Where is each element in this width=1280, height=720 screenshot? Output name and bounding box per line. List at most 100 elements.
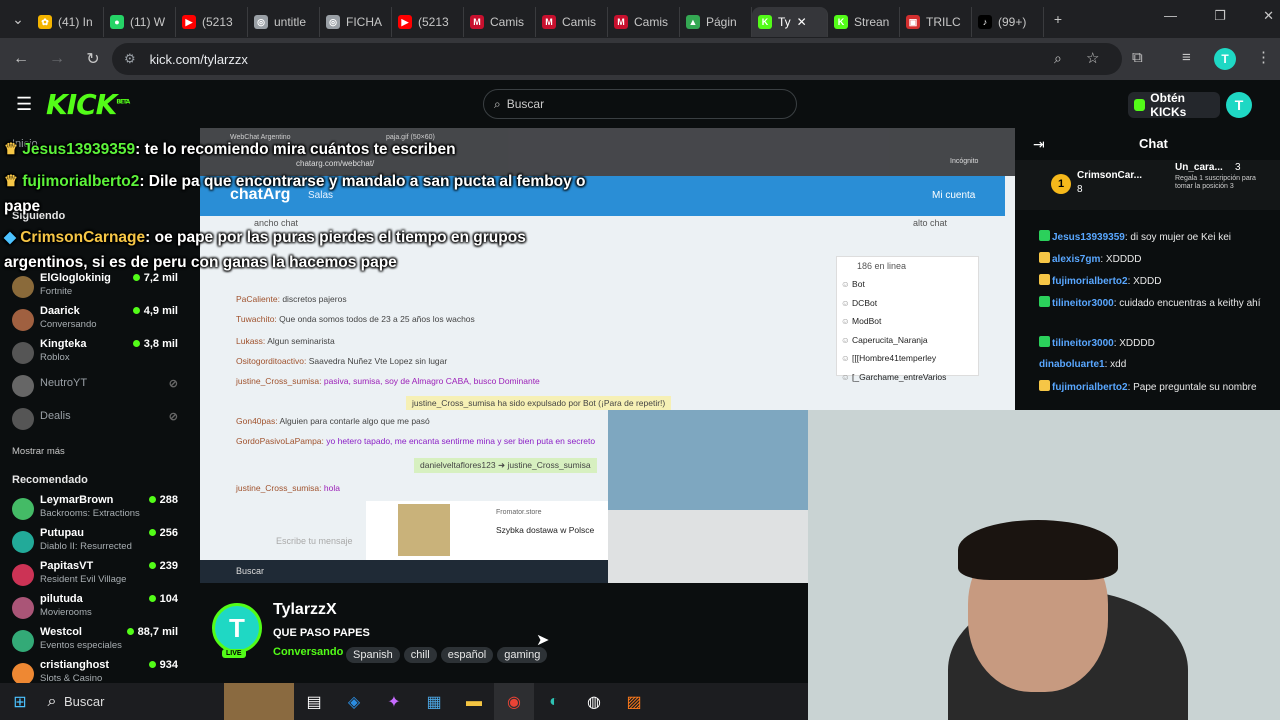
chat-username[interactable]: tilineitor3000 bbox=[1052, 338, 1114, 349]
chatarg-username[interactable]: GordoPasivoLaPampa: bbox=[236, 436, 326, 446]
browser-tab[interactable]: ▲ Págin bbox=[680, 7, 752, 37]
chat-input-placeholder[interactable]: Escribe tu mensaje bbox=[276, 536, 353, 546]
chatarg-user[interactable]: ☺ [_Garchame_entreVarios bbox=[841, 372, 946, 382]
chatarg-user[interactable]: ☺ Bot bbox=[841, 279, 865, 289]
chrome-icon[interactable]: ◉ bbox=[494, 683, 534, 720]
sidebar-channel[interactable]: PapitasVT Resident Evil Village 239 bbox=[12, 560, 188, 594]
browser-tab[interactable]: ◎ FICHA bbox=[320, 7, 392, 37]
minimize-icon[interactable]: — bbox=[1164, 8, 1177, 32]
chatarg-username[interactable]: Gon40pas: bbox=[236, 416, 279, 426]
browser-tab[interactable]: ▶ (5213 bbox=[176, 7, 248, 37]
new-tab-button[interactable]: + bbox=[1044, 5, 1072, 33]
get-kicks-button[interactable]: Obtén KICKs bbox=[1128, 91, 1220, 119]
site-info-icon[interactable]: ⚙ bbox=[124, 51, 136, 67]
zoom-icon[interactable]: ⌕ bbox=[1054, 50, 1062, 67]
address-bar[interactable]: ⚙ kick.com/tylarzzx bbox=[112, 43, 1122, 75]
bookmark-star-icon[interactable]: ☆ bbox=[1086, 49, 1099, 67]
browser-tab[interactable]: ◎ untitle bbox=[248, 7, 320, 37]
sidebar-channel[interactable]: Putupau Diablo II: Resurrected 256 bbox=[12, 527, 188, 561]
browser-tab[interactable]: M Camis bbox=[536, 7, 608, 37]
chatarg-username[interactable]: Lukass: bbox=[236, 336, 267, 346]
tab-favicon-icon: M bbox=[470, 15, 484, 29]
media-icon[interactable]: ≡ bbox=[1182, 49, 1191, 66]
sidebar-channel[interactable]: NeutroYT ⊘ bbox=[12, 371, 188, 405]
chat-username[interactable]: fujimorialberto2 bbox=[1052, 276, 1128, 287]
file-explorer-icon[interactable]: ▬ bbox=[454, 683, 494, 720]
chat-username[interactable]: fujimorialberto2 bbox=[1052, 382, 1128, 393]
stream-category[interactable]: Conversando bbox=[273, 646, 343, 658]
sidebar-channel[interactable]: pilutuda Movierooms 104 bbox=[12, 593, 188, 627]
maximize-icon[interactable]: ❐ bbox=[1214, 8, 1226, 32]
tab-search-dropdown[interactable]: ⌄ bbox=[4, 5, 32, 33]
outlook-icon[interactable]: ◈ bbox=[334, 683, 374, 720]
chatarg-username[interactable]: justine_Cross_sumisa: bbox=[236, 483, 324, 493]
chatarg-user[interactable]: ☺ [[[Hombre41temperley bbox=[841, 353, 936, 363]
profile-avatar[interactable]: T bbox=[1214, 48, 1236, 70]
chat-username[interactable]: alexis7gm bbox=[1052, 254, 1100, 265]
chatarg-user[interactable]: ☺ Caperucita_Naranja bbox=[841, 335, 928, 345]
sidebar-channel[interactable]: Daarick Conversando 4,9 mil bbox=[12, 305, 188, 339]
tab-favicon-icon: ● bbox=[110, 15, 124, 29]
app-4-icon[interactable]: ▨ bbox=[614, 683, 654, 720]
chatarg-username[interactable]: PaCaliente: bbox=[236, 294, 282, 304]
taskbar-search-icon[interactable]: ⌕ bbox=[40, 683, 64, 720]
channel-category: Roblox bbox=[40, 352, 70, 363]
sidebar-channel[interactable]: Dealis ⊘ bbox=[12, 404, 188, 438]
chat-username[interactable]: tilineitor3000 bbox=[1052, 298, 1114, 309]
menu-kebab-icon[interactable]: ⋮ bbox=[1256, 48, 1271, 66]
browser-tab[interactable]: M Camis bbox=[464, 7, 536, 37]
close-tab-icon[interactable]: ✕ bbox=[797, 15, 807, 29]
browser-tab[interactable]: K Strean bbox=[828, 7, 900, 37]
search-input[interactable]: ⌕ Buscar bbox=[483, 89, 797, 119]
sidebar-channel[interactable]: ElGloglokinig Fortnite 7,2 mil bbox=[12, 272, 188, 306]
streamer-avatar[interactable]: T bbox=[212, 603, 262, 653]
alto-chat[interactable]: alto chat bbox=[913, 218, 947, 228]
stream-tag[interactable]: Spanish bbox=[346, 647, 400, 663]
streamer-name[interactable]: TylarzzX bbox=[273, 601, 337, 619]
browser-tab[interactable]: ▶ (5213 bbox=[392, 7, 464, 37]
browser-tab[interactable]: ✿ (41) In bbox=[32, 7, 104, 37]
kick-logo[interactable]: KICKBETA bbox=[46, 88, 130, 121]
sidebar-channel[interactable]: Kingteka Roblox 3,8 mil bbox=[12, 338, 188, 372]
sidebar-channel[interactable]: Westcol Eventos especiales 88,7 mil bbox=[12, 626, 188, 660]
stream-tag[interactable]: chill bbox=[403, 647, 437, 663]
reload-icon[interactable]: ↻ bbox=[76, 42, 110, 76]
sidebar-channel[interactable]: cristianghost Slots & Casino 934 bbox=[12, 659, 188, 683]
browser-tab[interactable]: ♪ (99+) bbox=[972, 7, 1044, 37]
obs-icon[interactable]: ◍ bbox=[574, 683, 614, 720]
chatarg-username[interactable]: justine_Cross_sumisa: bbox=[236, 376, 324, 386]
viewer-count-text: 88,7 mil bbox=[137, 626, 178, 638]
chat-username[interactable]: dinaboluarte1 bbox=[1039, 359, 1105, 370]
sidebar-channel[interactable]: LeymarBrown Backrooms: Extractions 288 bbox=[12, 494, 188, 528]
chatarg-user[interactable]: ☺ DCBot bbox=[841, 298, 877, 308]
back-icon[interactable]: ← bbox=[4, 42, 38, 76]
extensions-icon[interactable]: ⧉ bbox=[1132, 49, 1143, 66]
close-icon[interactable]: ✕ bbox=[1263, 8, 1274, 32]
windows-start-icon[interactable]: ⊞ bbox=[0, 683, 40, 720]
hamburger-menu-icon[interactable]: ☰ bbox=[16, 94, 32, 115]
chat-username[interactable]: Jesus13939359 bbox=[1052, 232, 1125, 243]
task-view-icon[interactable]: ▤ bbox=[294, 683, 334, 720]
second-gifter-name[interactable]: Un_cara... bbox=[1175, 162, 1223, 173]
browser-tab[interactable]: ▣ TRILC bbox=[900, 7, 972, 37]
stream-tag[interactable]: español bbox=[440, 647, 494, 663]
collapse-chat-icon[interactable]: ⇥ bbox=[1033, 136, 1045, 153]
top-gifter-name[interactable]: CrimsonCar... bbox=[1077, 170, 1142, 181]
chatarg-username[interactable]: Tuwachito: bbox=[236, 314, 279, 324]
browser-tab[interactable]: K Ty ✕ bbox=[752, 7, 828, 37]
browser-tab[interactable]: ● (11) W bbox=[104, 7, 176, 37]
chatarg-user[interactable]: ☺ ModBot bbox=[841, 316, 881, 326]
copilot-icon[interactable]: ✦ bbox=[374, 683, 414, 720]
search-icon: ⌕ bbox=[494, 96, 501, 111]
forward-icon[interactable]: → bbox=[40, 42, 74, 76]
top-gifter-count: 8 bbox=[1077, 184, 1083, 195]
browser-tab[interactable]: M Camis bbox=[608, 7, 680, 37]
taskbar-search-label[interactable]: Buscar bbox=[64, 694, 224, 709]
edge-icon[interactable]: ◐ bbox=[534, 683, 574, 720]
store-icon[interactable]: ▦ bbox=[414, 683, 454, 720]
user-avatar[interactable]: T bbox=[1226, 92, 1252, 118]
show-more-link[interactable]: Mostrar más bbox=[12, 446, 65, 457]
chatarg-username[interactable]: Ositogorditoactivo: bbox=[236, 356, 309, 366]
chatarg-account[interactable]: Mi cuenta bbox=[932, 190, 975, 201]
logo-beta: BETA bbox=[116, 98, 130, 106]
